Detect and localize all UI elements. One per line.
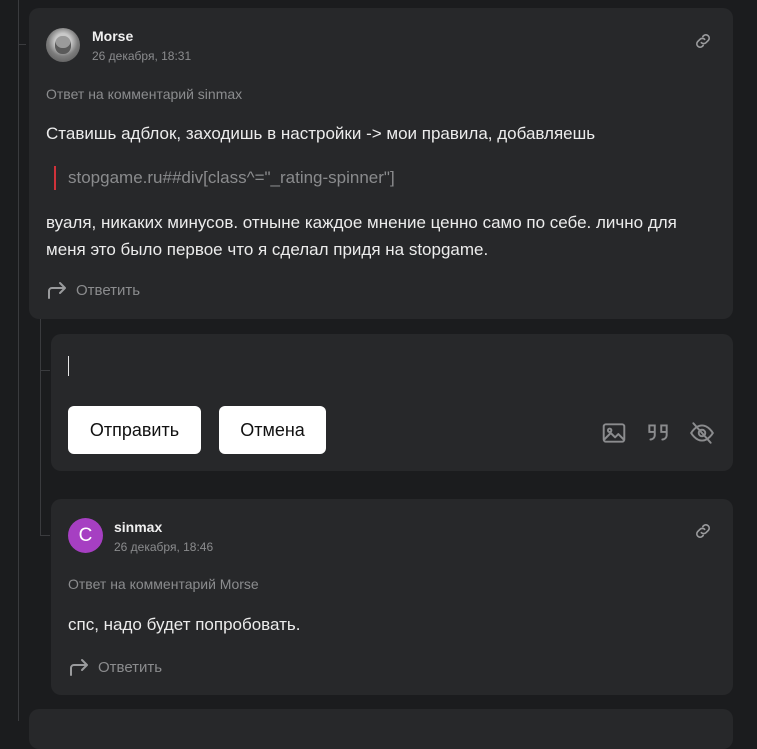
comment-card-sinmax: C sinmax 26 декабря, 18:46 Ответ на комм…	[51, 499, 733, 695]
comment-text: Ставишь адблок, заходишь в настройки -> …	[46, 124, 596, 143]
reply-arrow-icon	[70, 659, 88, 676]
thread-line-inner-branch	[40, 370, 50, 371]
submit-button[interactable]: Отправить	[68, 406, 201, 454]
comment-text: спс, надо будет попробовать.	[68, 615, 301, 634]
reply-label: Ответить	[98, 658, 163, 676]
link-icon[interactable]	[693, 31, 713, 51]
reply-button[interactable]: Ответить	[68, 657, 162, 677]
comment-author[interactable]: sinmax	[114, 519, 162, 535]
thread-line-inner	[40, 318, 41, 536]
text-input-caret[interactable]	[68, 356, 69, 376]
comment-text-line2: меня это было первое что я сделал придя …	[46, 240, 489, 259]
comment-text-line1: вуаля, никаких минусов. отныне каждое мн…	[46, 213, 677, 232]
avatar[interactable]	[46, 28, 80, 62]
cancel-button[interactable]: Отмена	[219, 406, 326, 454]
next-comment-card	[29, 709, 733, 749]
reply-to-label[interactable]: Ответ на комментарий sinmax	[46, 86, 242, 102]
reply-form: Отправить Отмена	[51, 334, 733, 471]
reply-to-label[interactable]: Ответ на комментарий Morse	[68, 576, 259, 592]
comment-author[interactable]: Morse	[92, 28, 133, 44]
comment-timestamp[interactable]: 26 декабря, 18:46	[114, 540, 213, 554]
spoiler-eye-icon[interactable]	[689, 420, 715, 446]
thread-line-branch	[18, 44, 26, 45]
image-icon[interactable]	[601, 420, 627, 446]
thread-line-inner-bottom	[40, 535, 50, 536]
thread-line-outer	[18, 0, 19, 721]
reply-label: Ответить	[76, 281, 141, 299]
link-icon[interactable]	[693, 521, 713, 541]
reply-button[interactable]: Ответить	[46, 280, 140, 300]
quote-icon[interactable]	[645, 420, 671, 446]
avatar[interactable]: C	[68, 518, 103, 553]
comment-timestamp[interactable]: 26 декабря, 18:31	[92, 49, 191, 63]
reply-arrow-icon	[48, 282, 66, 299]
comment-quote: stopgame.ru##div[class^="_rating-spinner…	[54, 166, 395, 190]
comment-card-morse: Morse 26 декабря, 18:31 Ответ на коммент…	[29, 8, 733, 319]
